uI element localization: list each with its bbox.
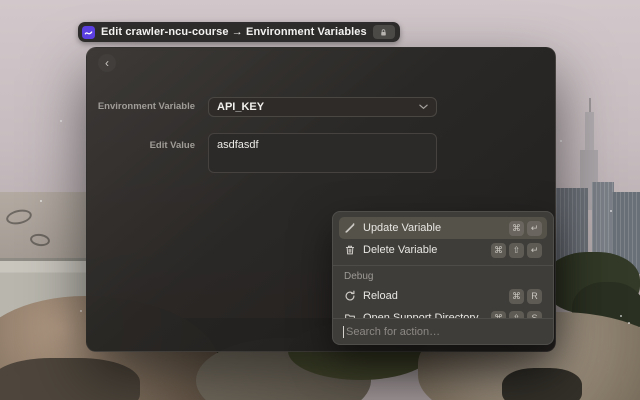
action-search-input[interactable]: Search for action… <box>333 318 553 344</box>
trash-icon <box>344 244 356 256</box>
shortcut-keys: ⌘ ⇧ ↵ <box>491 242 542 258</box>
shortcut-keys: ⌘ ↵ <box>509 220 542 236</box>
key-return: ↵ <box>527 220 542 236</box>
action-item-update-variable[interactable]: Update Variable ⌘ ↵ <box>339 217 547 239</box>
action-item-label: Reload <box>363 290 398 302</box>
pencil-icon <box>344 222 356 234</box>
menu-divider <box>333 265 553 266</box>
rock-dark <box>502 368 582 400</box>
back-button[interactable]: ‹ <box>98 54 116 72</box>
key-shift: ⇧ <box>509 310 524 318</box>
rock <box>0 358 140 400</box>
action-menu: Update Variable ⌘ ↵ Delete Variable ⌘ ⇧ … <box>332 211 554 345</box>
key-command: ⌘ <box>509 288 524 304</box>
reload-icon <box>344 290 356 302</box>
action-item-delete-variable[interactable]: Delete Variable ⌘ ⇧ ↵ <box>339 239 547 261</box>
shortcut-keys: ⌘ R <box>509 288 542 304</box>
graffiti-mark <box>4 207 34 227</box>
key-r: R <box>527 288 542 304</box>
extension-icon <box>82 25 95 39</box>
menu-section-debug: Debug <box>344 271 374 282</box>
key-s: S <box>527 310 542 318</box>
form-row-variable: Environment Variable API_KEY <box>87 97 555 117</box>
search-placeholder: Search for action… <box>346 325 441 338</box>
field-label: Edit Value <box>149 140 195 151</box>
form-row-value: Edit Value asdfasdf <box>87 133 555 173</box>
key-command: ⌘ <box>509 220 524 236</box>
key-return: ↵ <box>527 242 542 258</box>
key-command: ⌘ <box>491 242 506 258</box>
key-command: ⌘ <box>491 310 506 318</box>
dropdown-value: API_KEY <box>217 101 265 113</box>
text-cursor <box>343 325 344 338</box>
lock-icon <box>381 28 386 35</box>
env-variable-dropdown[interactable]: API_KEY <box>208 97 437 117</box>
field-label: Environment Variable <box>97 101 195 112</box>
action-item-open-support-directory[interactable]: Open Support Directory ⌘ ⇧ S <box>339 307 547 318</box>
breadcrumb-title: Edit crawler-ncu-course → Environment Va… <box>101 26 367 38</box>
action-menu-list: Update Variable ⌘ ↵ Delete Variable ⌘ ⇧ … <box>333 212 553 318</box>
action-item-label: Delete Variable <box>363 244 438 256</box>
edit-value-textarea[interactable]: asdfasdf <box>208 133 437 173</box>
key-shift: ⇧ <box>509 242 524 258</box>
env-variable-form: Environment Variable API_KEY Edit Value … <box>87 97 555 189</box>
breadcrumb[interactable]: Edit crawler-ncu-course → Environment Va… <box>78 22 400 42</box>
shortcut-keys: ⌘ ⇧ S <box>491 310 542 318</box>
textarea-value: asdfasdf <box>217 139 259 151</box>
chevron-down-icon <box>419 104 428 110</box>
action-item-label: Update Variable <box>363 222 442 234</box>
screen: Edit crawler-ncu-course → Environment Va… <box>0 0 640 400</box>
graffiti-mark <box>29 232 51 248</box>
lock-badge[interactable] <box>372 25 395 39</box>
action-item-reload[interactable]: Reload ⌘ R <box>339 285 547 307</box>
